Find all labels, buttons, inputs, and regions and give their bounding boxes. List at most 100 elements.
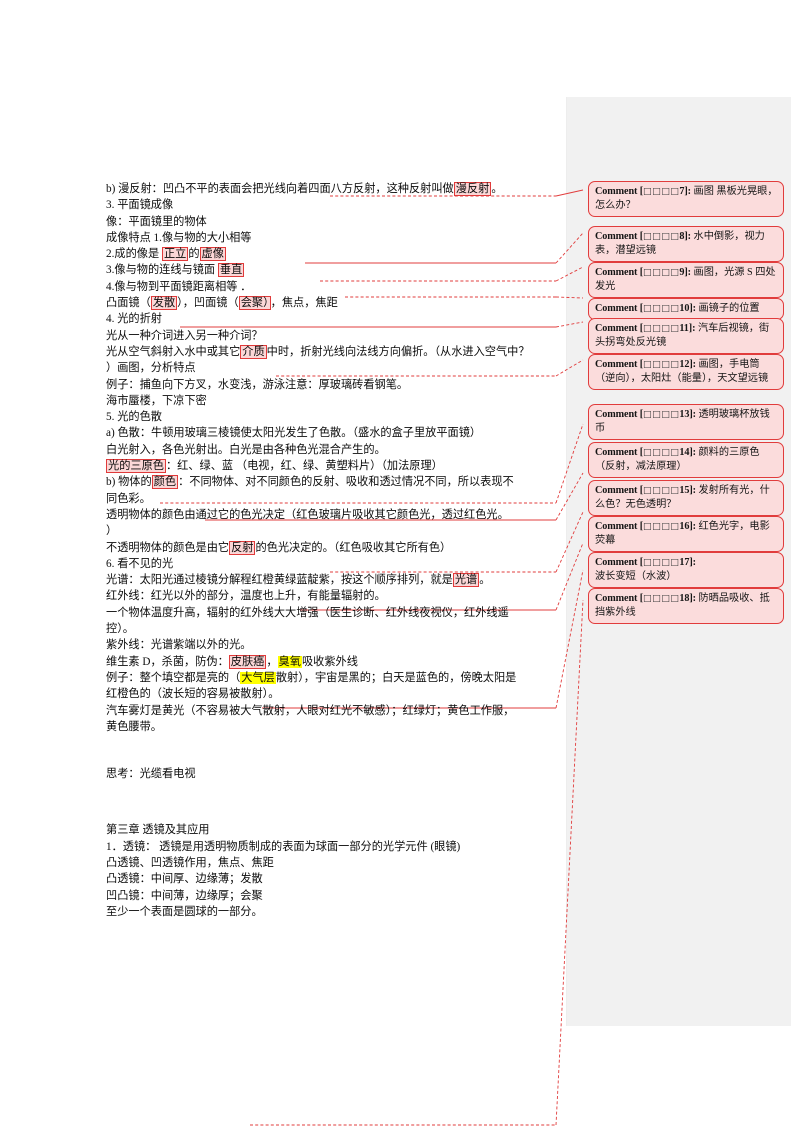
body-line: 光谱：太阳光通过棱镜分解程红橙黄绿蓝靛紫，按这个顺序排列，就是 光谱。 (106, 573, 491, 588)
yellow-highlight[interactable]: 臭氧 (277, 655, 302, 668)
anchor-highlight[interactable]: 光谱 (452, 573, 480, 588)
body-line: 凹凸镜：中间薄，边缘厚；会聚 (106, 889, 263, 902)
body-line: 白光射入，各色光射出。白光是由各种色光混合产生的。 (106, 443, 386, 456)
comment-author-boxes: □□□□ (643, 358, 680, 370)
comment-author-boxes: □□□□ (643, 185, 680, 197)
comment-author-boxes: □□□□ (643, 556, 680, 568)
body-line: 光从一种介词进入另一种介词？ (106, 329, 263, 342)
body-line: 4.像与物到平面镜距离相等 ． (106, 280, 252, 293)
comment-author-boxes: □□□□ (643, 230, 680, 242)
comment-number: 14]: (679, 447, 696, 458)
comment-author-boxes: □□□□ (643, 446, 680, 458)
body-line: 控）。 (106, 623, 134, 636)
document-body: b) 漫反射：凹凸不平的表面会把光线向着四面八方反射，这种反射叫做 漫反射。 3.… (106, 181, 558, 920)
anchor-highlight[interactable]: 皮肤癌 (228, 654, 267, 669)
body-line: 2.成的像是 正立的虚像 (106, 247, 226, 262)
body-line: 凸透镜：中间厚、边缘薄；发散 (106, 873, 263, 886)
comment-number: 11]: (679, 323, 696, 334)
body-line: 3.像与物的连线与镜面 垂直 (106, 263, 245, 278)
body-line: 一个物体温度升高，辐射的红外线大大增强（医生诊断、红外线夜视仪，红外线遥 (106, 606, 509, 619)
body-line: 紫外线：光谱紫端以外的光。 (106, 639, 252, 652)
anchor-highlight[interactable]: 反射 (229, 540, 256, 555)
comment-author-boxes: □□□□ (643, 302, 680, 314)
body-line: 例子：整个填空都是亮的（大气层散射），宇宙是黑的；白天是蓝色的，傍晚太阳是 (106, 671, 517, 684)
body-line: 6. 看不见的光 (106, 557, 174, 570)
body-line: 海市蜃楼，下凉下密 (106, 394, 207, 407)
comment-balloon-8[interactable]: Comment [□□□□8]: 水中倒影，视力表，潜望远镜 (588, 226, 784, 263)
body-line: 维生素 D，杀菌，防伪： 皮肤癌 ，臭氧吸收紫外线 (106, 654, 358, 669)
anchor-highlight[interactable]: 虚像 (199, 247, 226, 262)
comment-number: 10]: (679, 303, 696, 314)
yellow-highlight[interactable]: 大气层 (240, 671, 276, 684)
comment-balloon-12[interactable]: Comment [□□□□12]: 画图，手电筒（逆向），太阳灶（能量），天文望… (588, 354, 784, 391)
comment-number: 12]: (679, 359, 696, 370)
body-line: b) 物体的 颜色 ：不同物体、对不同颜色的反射、吸收和透过情况不同，所以表现不 (106, 475, 514, 490)
comment-author-boxes: □□□□ (643, 592, 680, 604)
comment-number: 9]: (679, 267, 691, 278)
comment-label: Comment [ (595, 267, 644, 278)
body-line: 1．透镜： 透镜是用透明物质制成的表面为球面一部分的光学元件 (眼镜) (106, 840, 461, 853)
body-line: 红橙色的（波长短的容易被散射）。 (106, 688, 280, 701)
body-line: 红外线：红光以外的部分，温度也上升，有能量辐射的。 (106, 590, 386, 603)
comment-balloon-16[interactable]: Comment [□□□□16]: 红色光字，电影荧幕 (588, 516, 784, 553)
comment-balloon-7[interactable]: Comment [□□□□7]: 画图 黑板光晃眼，怎么办？ (588, 181, 784, 218)
anchor-highlight[interactable]: 垂直 (217, 263, 245, 278)
body-line: 凸透镜、凹透镜作用，焦点、焦距 (106, 856, 274, 869)
body-line: 黄色腰带。 (106, 720, 162, 733)
section-heading: 第三章 透镜及其应用 (106, 824, 210, 837)
anchor-highlight[interactable]: 光的三原色 (106, 459, 166, 474)
comment-author-boxes: □□□□ (643, 322, 680, 334)
comment-balloon-9[interactable]: Comment [□□□□9]: 画图，光源 S 四处发光 (588, 262, 784, 299)
comment-balloon-14[interactable]: Comment [□□□□14]: 颜料的三原色（反射，减法原理） (588, 442, 784, 479)
body-line: 例子：捕鱼向下方叉，水变浅，游泳注意：厚玻璃砖看钢笔。 (106, 378, 409, 391)
comment-label: Comment [ (595, 447, 644, 458)
comment-balloon-10[interactable]: Comment [□□□□10]: 画镜子的位置 (588, 298, 784, 321)
comment-label: Comment [ (595, 485, 644, 496)
anchor-highlight[interactable]: 正立 (161, 247, 189, 262)
comment-number: 16]: (679, 521, 696, 532)
comment-text: 画镜子的位置 (698, 303, 760, 314)
body-line: 4. 光的折射 (106, 313, 162, 326)
body-line: 5. 光的色散 (106, 411, 162, 424)
document-page: b) 漫反射：凹凸不平的表面会把光线向着四面八方反射，这种反射叫做 漫反射。 3.… (0, 0, 800, 1132)
comment-author-boxes: □□□□ (643, 484, 680, 496)
body-line: a) 色散：牛顿用玻璃三棱镜使太阳光发生了色散。（盛水的盒子里放平面镜） (106, 427, 482, 440)
comment-label: Comment [ (595, 323, 644, 334)
body-line: 光从空气斜射入水中或其它 介质 中时，折射光线向法线方向偏折。（从水进入空气中？ (106, 344, 530, 359)
comment-balloon-11[interactable]: Comment [□□□□11]: 汽车后视镜，街头拐弯处反光镜 (588, 318, 784, 355)
body-line: ） (106, 525, 118, 538)
anchor-highlight[interactable]: 会聚） (238, 296, 271, 311)
comment-balloon-15[interactable]: Comment [□□□□15]: 发射所有光，什么色？无色透明？ (588, 480, 784, 517)
comment-number: 18]: (679, 593, 696, 604)
comment-number: 17]: (679, 557, 696, 568)
comment-label: Comment [ (595, 186, 644, 197)
anchor-highlight[interactable]: 介质 (240, 344, 267, 359)
comment-balloon-17[interactable]: Comment [□□□□17]: 波长变短（水波） (588, 552, 784, 589)
anchor-highlight[interactable]: 发散 (150, 296, 178, 311)
body-line: ）画图，分析特点 (106, 362, 196, 375)
comment-label: Comment [ (595, 557, 644, 568)
body-line: 至少一个表面是圆球的一部分。 (106, 905, 263, 918)
comment-label: Comment [ (595, 521, 644, 532)
anchor-highlight[interactable]: 漫反射 (453, 182, 492, 196)
comment-label: Comment [ (595, 359, 644, 370)
comment-label: Comment [ (595, 409, 644, 420)
body-line: 光的三原色 ：红、绿、蓝 （电视，红、绿、黄塑料片）（加法原理） (106, 459, 443, 474)
body-line: 成像特点 1.像与物的大小相等 (106, 231, 252, 244)
comment-author-boxes: □□□□ (643, 266, 680, 278)
comment-number: 7]: (679, 186, 691, 197)
anchor-highlight[interactable]: 颜色 (151, 475, 179, 490)
comment-label: Comment [ (595, 303, 644, 314)
comment-label: Comment [ (595, 593, 644, 604)
comment-label: Comment [ (595, 231, 644, 242)
comment-author-boxes: □□□□ (643, 408, 680, 420)
comment-number: 8]: (679, 231, 691, 242)
body-line: 3. 平面镜成像 (106, 199, 174, 212)
comment-number: 13]: (679, 409, 696, 420)
comment-number: 15]: (679, 485, 696, 496)
comment-balloon-13[interactable]: Comment [□□□□13]: 透明玻璃杯放钱币 (588, 404, 784, 441)
comment-balloon-18[interactable]: Comment [□□□□18]: 防晒品吸收、抵挡紫外线 (588, 588, 784, 625)
